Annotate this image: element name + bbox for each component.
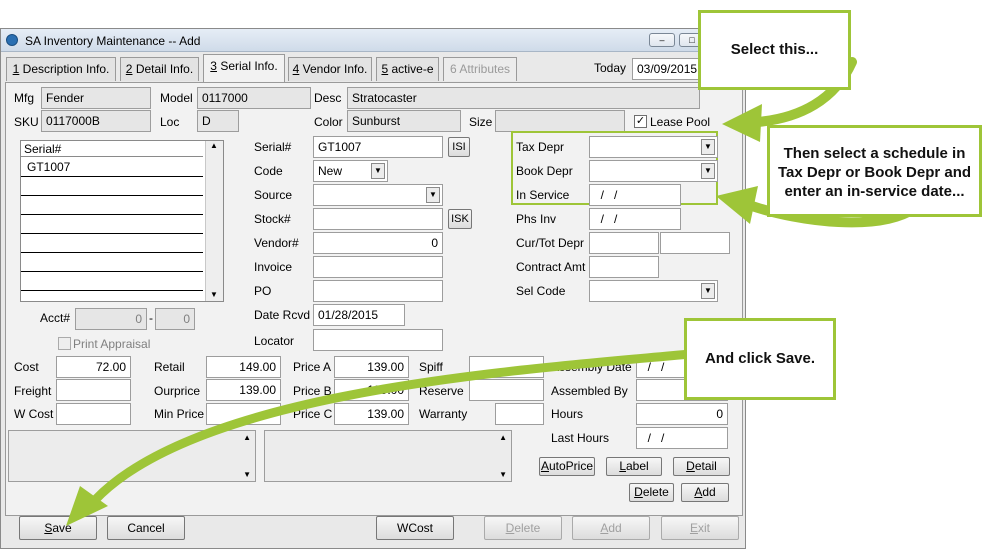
- callout-click-save: And click Save.: [684, 318, 836, 400]
- arrow-to-save: [90, 349, 695, 505]
- callout-select-this: Select this...: [698, 10, 851, 90]
- callout-select-schedule: Then select a schedule in Tax Depr or Bo…: [767, 125, 982, 217]
- tab-serial-info[interactable]: 3 Serial Info.: [203, 54, 285, 82]
- arrow-head-lease-pool: [722, 104, 762, 142]
- arrow-head-depr: [716, 186, 758, 224]
